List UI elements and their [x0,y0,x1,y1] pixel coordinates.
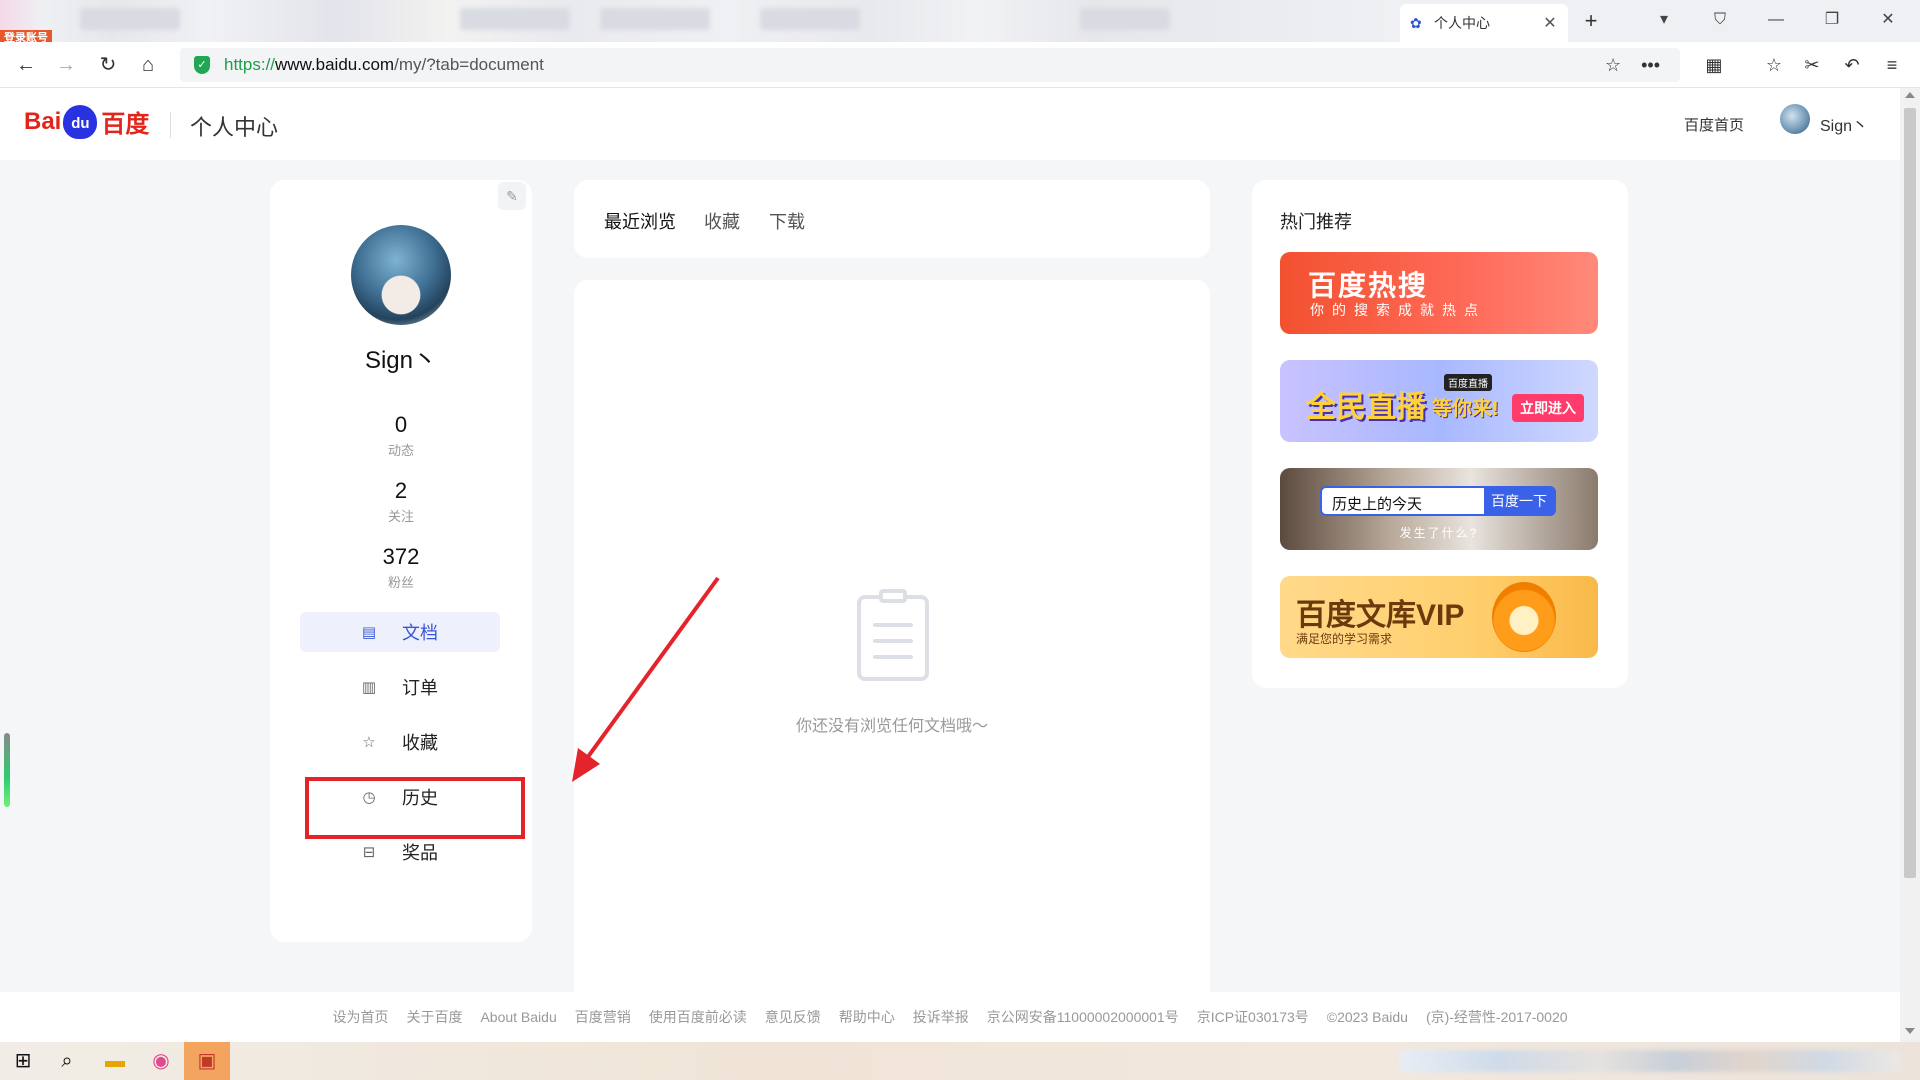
order-icon: ▥ [361,679,377,696]
file-explorer-icon[interactable]: ▬ [100,1047,130,1075]
gift-icon: ⊟ [362,844,376,861]
system-tray[interactable] [1400,1050,1900,1072]
shirt-icon[interactable]: ⛉ [1700,6,1740,34]
profile-avatar[interactable] [351,225,451,325]
screenshot-app-icon[interactable]: ▣ [192,1047,222,1075]
footer-link[interactable]: 京ICP证030173号 [1197,1007,1309,1027]
red-arrow-annotation [572,576,720,782]
blurred-tab[interactable] [460,8,570,30]
document-icon: ▤ [361,624,377,641]
search-icon[interactable]: ⌕ [52,1047,82,1075]
undo-icon[interactable]: ↶ [1838,51,1866,79]
header-username[interactable]: Sign丶 [1820,112,1868,136]
blurred-tab[interactable] [1080,8,1170,30]
baidu-logo[interactable]: Bai du 百度 [24,104,149,139]
page: Bai du 百度 个人中心 百度首页 Sign丶 ✎ Sign丶 0 动态 2… [0,88,1900,1042]
avatar[interactable] [1780,104,1810,134]
footer-link[interactable]: About Baidu [480,1009,556,1025]
footer-link[interactable]: 百度营销 [575,1007,631,1027]
scroll-thumb[interactable] [1904,108,1916,878]
scroll-up-icon[interactable] [1905,92,1915,98]
favorites-icon[interactable]: ☆ [1760,51,1788,79]
banner-wenku-vip[interactable]: 百度文库VIP 满足您的学习需求 [1280,576,1598,658]
blurred-tab[interactable] [80,8,180,30]
banner-live[interactable]: 百度直播 全民直播 等你来! 立即进入 [1280,360,1598,442]
footer-link[interactable]: 京公网安备11000002000001号 [987,1007,1179,1027]
site-header: Bai du 百度 个人中心 百度首页 Sign丶 [0,88,1900,160]
menu-item-favorites[interactable]: ☆ 收藏 [300,722,500,762]
windows-start-icon[interactable]: ⊞ [8,1047,38,1075]
menu-item-document[interactable]: ▤ 文档 [300,612,500,652]
more-dots-icon[interactable]: ••• [1641,55,1660,76]
forward-button[interactable]: → [52,51,80,79]
home-icon[interactable]: ⌂ [134,51,162,79]
clipboard-icon [857,589,929,681]
site-footer: 设为首页 关于百度 About Baidu 百度营销 使用百度前必读 意见反馈 … [0,992,1900,1042]
blurred-tab[interactable] [760,8,860,30]
footer-link[interactable]: 投诉举报 [913,1007,969,1027]
close-window-button[interactable]: ✕ [1868,6,1908,34]
stat-following[interactable]: 2 关注 [270,478,532,525]
blurred-tab[interactable] [600,8,710,30]
browser-tab-bar: 登录账号 ✿ 个人中心 ✕ + ▾ ⛉ — ❐ ✕ [0,0,1920,46]
footer-link[interactable]: 帮助中心 [839,1007,895,1027]
address-bar-row: ← → ↻ ⌂ ✓ https://www.baidu.com/my/?tab=… [0,42,1920,88]
tab-downloads[interactable]: 下载 [769,208,805,234]
shield-menu-icon[interactable]: ▾ [1644,6,1684,34]
url-text: https://www.baidu.com/my/?tab=document [224,55,544,74]
page-title: 个人中心 [190,115,279,140]
menu-item-order[interactable]: ▥ 订单 [300,667,500,707]
footer-link[interactable]: 设为首页 [332,1007,388,1027]
edge-progress-indicator [4,733,10,807]
lion-mascot-icon [1492,582,1556,652]
banner-history-today[interactable]: 历史上的今天 百度一下 发生了什么? [1280,468,1598,550]
tab-personal-center[interactable]: ✿ 个人中心 ✕ [1400,4,1568,42]
bookmark-star-icon[interactable]: ☆ [1605,55,1621,76]
reload-button[interactable]: ↻ [94,51,122,79]
baidu-paw-icon: ✿ [1410,15,1422,31]
url-field[interactable]: ✓ https://www.baidu.com/my/?tab=document… [180,48,1680,82]
footer-link[interactable]: (京)-经营性-2017-0020 [1426,1007,1568,1027]
back-button[interactable]: ← [12,51,40,79]
header-divider [170,112,171,138]
page-scrollbar[interactable] [1900,88,1920,1042]
minimize-button[interactable]: — [1756,6,1796,34]
recommend-title: 热门推荐 [1280,212,1352,232]
close-icon[interactable]: ✕ [1542,13,1558,33]
scroll-down-icon[interactable] [1905,1028,1915,1034]
profile-username: Sign丶 [364,347,438,374]
tab-recent[interactable]: 最近浏览 [604,208,676,234]
menu-icon[interactable]: ≡ [1878,51,1906,79]
star-icon: ☆ [362,734,376,751]
secure-shield-icon: ✓ [194,56,210,74]
new-tab-button[interactable]: + [1578,8,1604,34]
paw-icon: du [63,104,98,139]
tab-collected[interactable]: 收藏 [704,208,740,234]
history-highlight-box [305,777,525,839]
restore-button[interactable]: ❐ [1812,6,1852,34]
edit-icon[interactable]: ✎ [498,182,526,210]
footer-link[interactable]: 意见反馈 [765,1007,821,1027]
os-taskbar: ⊞ ⌕ ▬ ◉ ▣ [0,1042,1920,1080]
content-tabs: 最近浏览 收藏 下载 [574,180,1210,258]
banner-hot-search[interactable]: 百度热搜 你的搜索成就热点 [1280,252,1598,334]
browser-icon[interactable]: ◉ [146,1047,176,1075]
recommend-card: 热门推荐 百度热搜 你的搜索成就热点 百度直播 全民直播 等你来! 立即进入 历… [1252,180,1628,688]
footer-link[interactable]: 使用百度前必读 [649,1007,747,1027]
footer-link[interactable]: 关于百度 [406,1007,462,1027]
scissors-icon[interactable]: ✂ [1798,51,1826,79]
tab-title: 个人中心 [1434,15,1490,31]
footer-text: ©2023 Baidu [1326,1009,1408,1025]
stat-fans[interactable]: 372 粉丝 [270,544,532,591]
apps-grid-icon[interactable]: ▦ [1700,51,1728,79]
stat-posts[interactable]: 0 动态 [270,412,532,459]
baidu-home-link[interactable]: 百度首页 [1684,114,1744,135]
